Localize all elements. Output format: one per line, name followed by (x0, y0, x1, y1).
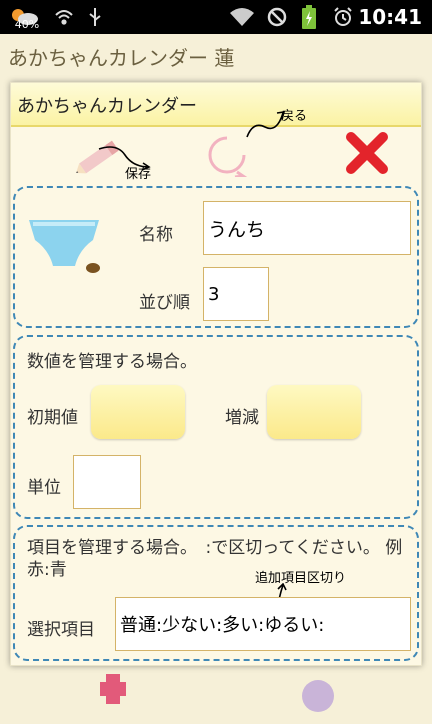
select-items-label: 選択項目 (27, 620, 95, 640)
close-icon (346, 132, 388, 174)
name-label: 名称 (139, 225, 173, 245)
close-button[interactable] (345, 131, 389, 175)
battery-percent: 40% (14, 17, 40, 31)
background-app-title: あかちゃんカレンダー 蓮 (8, 46, 235, 70)
basic-section: 名称 うんち 並び順 3 (13, 186, 419, 328)
step-input[interactable] (267, 385, 361, 439)
background-bottom-bar (0, 660, 432, 720)
edit-item-dialog: あかちゃんカレンダー 保存 戻る 名称 うんち 並び順 3 数値を管理する場合。… (10, 82, 422, 666)
annotation-back: 戻る (281, 109, 308, 124)
items-section: 項目を管理する場合。 :で区切ってください。 例 赤:青 追加項目区切り 選択項… (13, 525, 419, 661)
unit-input[interactable] (73, 455, 141, 509)
unit-label: 単位 (27, 478, 61, 498)
usb-icon (84, 0, 106, 34)
initial-value-input[interactable] (91, 385, 185, 439)
select-items-input[interactable]: 普通:少ない:多い:ゆるい: (115, 597, 411, 651)
diaper-icon[interactable] (27, 210, 101, 282)
name-input[interactable]: うんち (203, 201, 411, 255)
step-label: 増減 (225, 408, 259, 428)
wifi-icon (52, 0, 76, 34)
dialog-title: あかちゃんカレンダー (17, 96, 197, 117)
alarm-icon (330, 0, 356, 34)
order-label: 並び順 (139, 293, 190, 313)
numeric-heading: 数値を管理する場合。 (27, 352, 197, 372)
items-heading: 項目を管理する場合。 :で区切ってください。 例 赤:青 (27, 538, 403, 580)
annotation-separator: 追加項目区切り (255, 571, 347, 586)
status-bar: 40% 10:41 (0, 0, 432, 34)
order-input[interactable]: 3 (203, 267, 269, 321)
battery-icon (300, 0, 318, 34)
initial-value-label: 初期値 (27, 408, 78, 428)
dialog-title-bar: あかちゃんカレンダー (11, 83, 421, 127)
annotation-save: 保存 (125, 167, 152, 182)
numeric-section: 数値を管理する場合。 初期値 増減 単位 (13, 335, 419, 519)
no-signal-icon (264, 0, 290, 34)
clock: 10:41 (358, 5, 422, 29)
wifi-signal-icon (228, 0, 256, 34)
